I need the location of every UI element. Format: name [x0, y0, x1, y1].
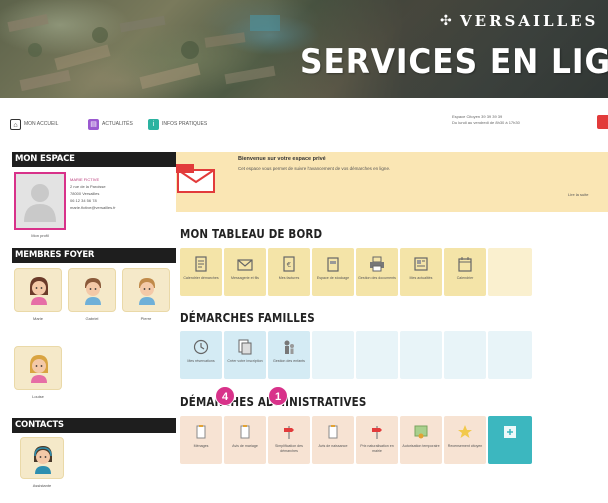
families-tile[interactable]: Gestion des enfants: [268, 331, 310, 379]
boy-avatar-icon: [139, 278, 155, 305]
contact-label: Assistante: [32, 483, 52, 488]
alert-text: Cet espace vous permet de suivre l'avanc…: [238, 166, 391, 171]
member-label: Pierre: [140, 316, 152, 321]
member-card-boy[interactable]: [122, 268, 170, 312]
admin-tile[interactable]: Recensement citoyen: [444, 416, 486, 464]
nav-infos-label: INFOS PRATIQUES: [162, 121, 208, 127]
dashboard-tiles: Calendrier démarches Messagerie et fils …: [180, 248, 532, 296]
newspaper-icon: [414, 257, 428, 271]
clipboard-icon: [196, 425, 206, 439]
agent-avatar-icon: [34, 446, 52, 474]
top-navigation: ⌂ MON ACCUEIL ▤ ACTUALITÉS i INFOS PRATI…: [0, 98, 608, 152]
family-icon: [284, 340, 294, 354]
dashboard-tile[interactable]: Calendrier: [444, 248, 486, 296]
contact-hours: Espace Citoyen 39 39 39 39 Du lundi au v…: [452, 114, 520, 125]
girl-avatar-icon: [30, 355, 48, 383]
contact-card[interactable]: [20, 437, 64, 479]
page-banner-title: SERVICES EN LIGNE: [300, 42, 608, 82]
dashboard-tile[interactable]: Mes actualités: [400, 248, 442, 296]
clipboard-icon: [240, 425, 250, 439]
document-icon: [195, 256, 207, 272]
admin-tile[interactable]: Ménages: [180, 416, 222, 464]
dashboard-tile[interactable]: Calendrier démarches: [180, 248, 222, 296]
more-tile[interactable]: [488, 416, 532, 464]
member-card-girl[interactable]: [14, 268, 62, 312]
welcome-alert: Bienvenue sur votre espace privé Cet esp…: [176, 152, 608, 212]
nav-home-label: MON ACCUEIL: [24, 121, 59, 127]
mon-espace-heading: MON ESPACE: [12, 152, 176, 167]
empty-tile: [444, 331, 486, 379]
notification-badge: 4: [215, 386, 235, 406]
more-icon: [504, 426, 516, 438]
printer-icon: [370, 256, 384, 272]
member-label: Marie: [32, 316, 43, 321]
nav-infos[interactable]: i INFOS PRATIQUES: [148, 118, 207, 130]
info-icon: i: [148, 118, 159, 130]
alert-title: Bienvenue sur votre espace privé: [238, 156, 326, 162]
nav-home[interactable]: ⌂ MON ACCUEIL: [10, 118, 58, 130]
member-card-girl[interactable]: [14, 346, 62, 390]
invoice-icon: €: [283, 256, 295, 272]
home-icon: ⌂: [10, 118, 21, 130]
folder-icon: [327, 257, 339, 272]
contacts-heading: CONTACTS: [12, 418, 176, 433]
families-tiles: Mes réservations Créer votre inscription…: [180, 331, 532, 379]
nav-news-label: ACTUALITÉS: [102, 121, 133, 127]
admin-tile[interactable]: Autorisation temporaire: [400, 416, 442, 464]
calendar-icon: [458, 257, 472, 272]
admin-tiles: Ménages Avis de mariage Simplification d…: [180, 416, 532, 464]
svg-text:€: €: [287, 261, 291, 269]
brand-name: VERSAILLES: [460, 12, 599, 30]
dashboard-title: MON TABLEAU DE BORD: [180, 227, 323, 241]
form-icon: [238, 339, 252, 355]
crest-icon: ✣: [440, 12, 452, 28]
read-more-link[interactable]: Lire la suite: [568, 192, 588, 197]
empty-tile: [488, 331, 532, 379]
clock-icon: [193, 339, 209, 355]
user-silhouette-icon: [24, 184, 56, 222]
profile-label[interactable]: Mon profil: [14, 233, 66, 238]
member-label: Louise: [32, 394, 44, 399]
header-banner: ✣ VERSAILLES SERVICES EN LIGNE: [0, 0, 608, 98]
certificate-icon: [414, 425, 428, 439]
dashboard-tile[interactable]: Gestion des documents: [356, 248, 398, 296]
member-label: Gabriel: [85, 316, 99, 321]
profile-avatar[interactable]: [14, 172, 66, 230]
girl-avatar-icon: [30, 277, 48, 305]
empty-tile: [356, 331, 398, 379]
member-card-boy[interactable]: [68, 268, 116, 312]
mail-alert-icon: [176, 164, 215, 193]
empty-tile: [400, 331, 442, 379]
profile-details: MARIE FICTIVE 2 rue de la Paroisse 78000…: [70, 177, 116, 210]
star-icon: [458, 425, 472, 438]
admin-tile[interactable]: Avis de mariage: [224, 416, 266, 464]
membres-foyer-heading: MEMBRES FOYER: [12, 248, 176, 263]
dashboard-tile[interactable]: € Mes factures: [268, 248, 310, 296]
logout-button[interactable]: [597, 115, 608, 129]
signpost-icon: [284, 426, 294, 439]
signpost-icon: [372, 426, 382, 439]
dashboard-tile[interactable]: Espace de stockage: [312, 248, 354, 296]
families-tile[interactable]: Mes réservations: [180, 331, 222, 379]
envelope-icon: [237, 259, 253, 271]
admin-tile[interactable]: Prix naturalisation en mairie: [356, 416, 398, 464]
sidebar: MON ESPACE Mon profil MARIE FICTIVE 2 ru…: [0, 152, 176, 503]
dashboard-tile[interactable]: Messagerie et fils: [224, 248, 266, 296]
families-title: DÉMARCHES FAMILLES: [180, 311, 315, 325]
clipboard-icon: [328, 425, 338, 439]
empty-tile: [488, 248, 532, 296]
families-tile[interactable]: Créer votre inscription: [224, 331, 266, 379]
empty-tile: [312, 331, 354, 379]
admin-tile[interactable]: Simplification des démarches: [268, 416, 310, 464]
boy-avatar-icon: [85, 278, 101, 305]
admin-tile[interactable]: Avis de naissance: [312, 416, 354, 464]
notification-badge: 1: [268, 386, 288, 406]
news-icon: ▤: [88, 118, 99, 130]
nav-news[interactable]: ▤ ACTUALITÉS: [88, 118, 133, 130]
